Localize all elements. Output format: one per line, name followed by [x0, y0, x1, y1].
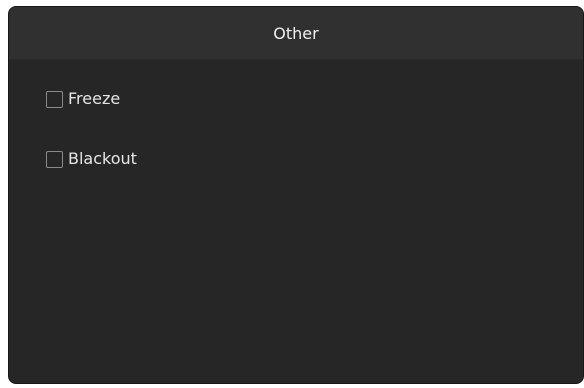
- freeze-label[interactable]: Freeze: [68, 90, 120, 108]
- freeze-checkbox-row[interactable]: Freeze: [46, 90, 120, 108]
- panel-title: Other: [273, 23, 319, 43]
- freeze-checkbox[interactable]: [46, 90, 63, 108]
- panel-header: Other: [9, 7, 583, 60]
- blackout-checkbox[interactable]: [46, 150, 63, 168]
- other-panel: Other Freeze Blackout: [8, 6, 584, 384]
- blackout-label[interactable]: Blackout: [68, 150, 137, 168]
- blackout-checkbox-row[interactable]: Blackout: [46, 150, 137, 168]
